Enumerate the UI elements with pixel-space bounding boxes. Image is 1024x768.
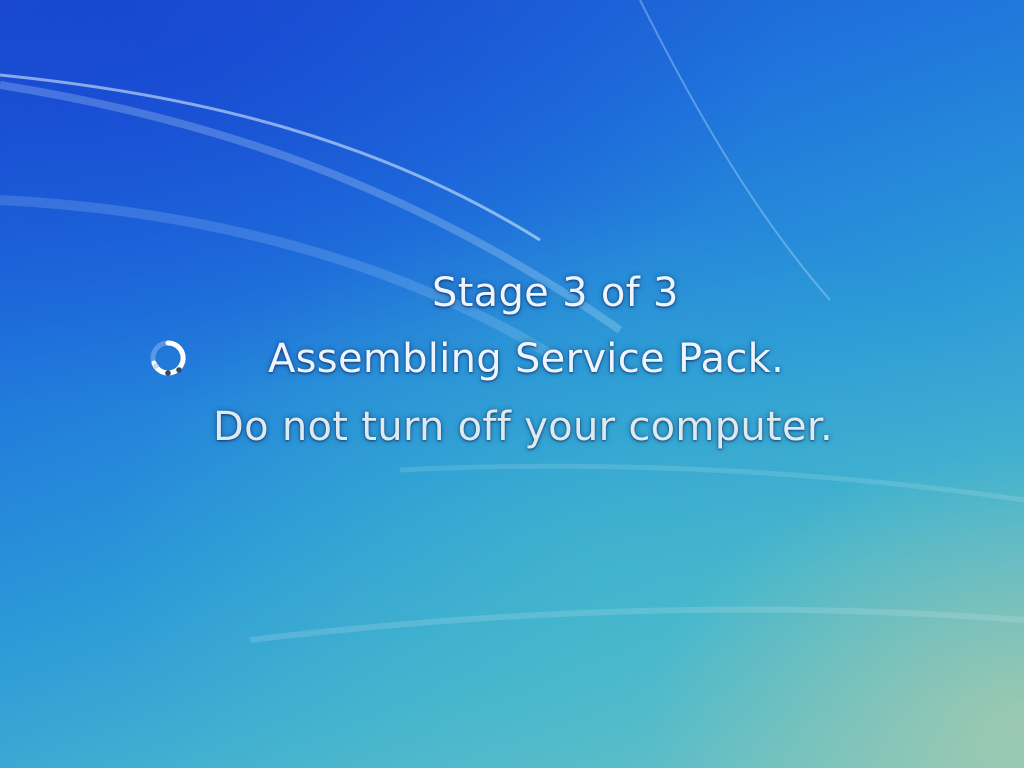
stage-progress-text: Stage 3 of 3 xyxy=(432,270,679,316)
status-text: Assembling Service Pack. xyxy=(268,336,785,382)
power-warning-text: Do not turn off your computer. xyxy=(213,404,834,450)
update-message-panel: Stage 3 of 3 Assembling Service Pack. Do… xyxy=(0,0,1024,768)
loading-spinner-icon xyxy=(150,340,186,376)
